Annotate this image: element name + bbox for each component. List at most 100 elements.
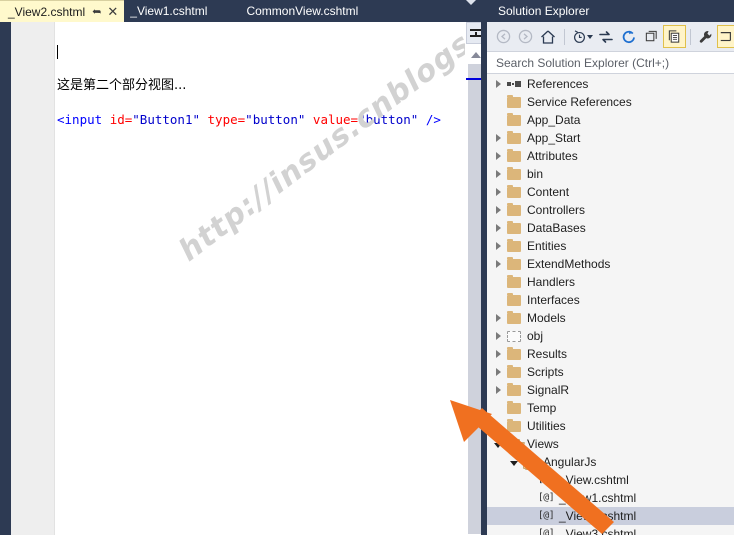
tree-item--view2-cshtml[interactable]: [@] _View2.cshtml: [487, 507, 734, 525]
show-all-files-icon[interactable]: [662, 25, 686, 48]
tree-item-references[interactable]: References: [487, 75, 734, 93]
back-arrow-icon[interactable]: [492, 25, 515, 48]
tree-item-extendmethods[interactable]: ExtendMethods: [487, 255, 734, 273]
tree-item-databases[interactable]: DataBases: [487, 219, 734, 237]
chevron-right-icon[interactable]: [491, 170, 505, 178]
folder-icon: [505, 202, 523, 216]
search-input[interactable]: [496, 55, 721, 70]
tree-item-angularjs[interactable]: AngularJs: [487, 453, 734, 471]
editor-text-surface[interactable]: 这是第二个部分视图... <input id="Button1" type="b…: [55, 22, 465, 535]
tree-item--view-cshtml[interactable]: [@] _View.cshtml: [487, 471, 734, 489]
chevron-right-icon[interactable]: [491, 242, 505, 250]
tree-item-label: _View.cshtml: [559, 473, 629, 487]
chevron-right-icon[interactable]: [491, 260, 505, 268]
tree-item-entities[interactable]: Entities: [487, 237, 734, 255]
tree-item-controllers[interactable]: Controllers: [487, 201, 734, 219]
page-title: Solution Explorer: [498, 4, 590, 18]
chevron-right-icon[interactable]: [491, 188, 505, 196]
chevron-right-icon[interactable]: [491, 350, 505, 358]
tree-item-utilities[interactable]: Utilities: [487, 417, 734, 435]
chevron-right-icon[interactable]: [491, 368, 505, 376]
code-token: "Button1": [132, 112, 200, 127]
chevron-right-icon[interactable]: [491, 386, 505, 394]
chevron-right-icon[interactable]: [491, 80, 505, 88]
code-token: type=: [207, 112, 246, 127]
tab-_View1-cshtml[interactable]: _View1.cshtml: [124, 0, 220, 22]
preview-pane-icon[interactable]: [717, 25, 734, 48]
tree-item-results[interactable]: Results: [487, 345, 734, 363]
code-token: value=: [312, 112, 359, 127]
tree-item-scripts[interactable]: Scripts: [487, 363, 734, 381]
solution-tree[interactable]: References Service References App_Data App_…: [487, 75, 734, 535]
code-text[interactable]: 这是第二个部分视图... <input id="Button1" type="b…: [57, 26, 441, 162]
chevron-right-icon[interactable]: [491, 422, 505, 430]
tree-item-interfaces[interactable]: Interfaces: [487, 291, 734, 309]
folder-icon: [505, 364, 523, 378]
tree-item--view3-cshtml[interactable]: [@] _View3.cshtml: [487, 525, 734, 535]
tree-item-label: Models: [527, 311, 566, 325]
tree-item-label: DataBases: [527, 221, 586, 235]
folder-icon: [505, 166, 523, 180]
separator: [689, 28, 691, 45]
code-line-1: 这是第二个部分视图...: [57, 78, 187, 93]
chevron-right-icon[interactable]: [491, 332, 505, 340]
solution-explorer-pane: Solution Explorer Search Solution Explor…: [487, 0, 734, 535]
tree-item-label: ExtendMethods: [527, 257, 611, 271]
tree-item-bin[interactable]: bin: [487, 165, 734, 183]
home-icon[interactable]: [537, 25, 560, 48]
folder-icon: [505, 130, 523, 144]
folder-icon: [505, 346, 523, 360]
tree-item-app-data[interactable]: App_Data: [487, 111, 734, 129]
tree-item-label: bin: [527, 167, 544, 181]
chevron-right-icon[interactable]: [491, 134, 505, 142]
chevron-down-icon[interactable]: [507, 459, 521, 466]
editor-indicator-margin[interactable]: [11, 22, 55, 535]
tree-item--view1-cshtml[interactable]: [@] _View1.cshtml: [487, 489, 734, 507]
refresh-circle-icon[interactable]: [618, 25, 641, 48]
tree-item-content[interactable]: Content: [487, 183, 734, 201]
tree-item-signalr[interactable]: SignalR: [487, 381, 734, 399]
tree-item-service-references[interactable]: Service References: [487, 93, 734, 111]
editor-left-edge-strip: [0, 22, 11, 535]
chevron-right-icon[interactable]: [491, 206, 505, 214]
tree-item-obj[interactable]: obj: [487, 327, 734, 345]
tree-item-temp[interactable]: Temp: [487, 399, 734, 417]
separator: [563, 28, 565, 45]
code-token: id=: [109, 112, 133, 127]
chevron-down-overflow-icon[interactable]: [461, 0, 481, 22]
chevron-right-icon[interactable]: [491, 152, 505, 160]
chevron-down-icon[interactable]: [491, 441, 505, 448]
tree-item-models[interactable]: Models: [487, 309, 734, 327]
wrench-icon[interactable]: [694, 25, 717, 48]
tree-item-views[interactable]: Views: [487, 435, 734, 453]
sync-arrows-icon[interactable]: [595, 25, 618, 48]
folder-icon: [505, 238, 523, 252]
chevron-right-icon[interactable]: [491, 224, 505, 232]
tree-item-handlers[interactable]: Handlers: [487, 273, 734, 291]
tab-CommonView-cshtml[interactable]: CommonView.cshtml: [220, 0, 371, 22]
code-editor-pane: _View2.cshtml ➦ ✕ _View1.cshtml CommonVi…: [0, 0, 487, 535]
collapse-all-icon[interactable]: [640, 25, 663, 48]
pin-icon[interactable]: ➦: [92, 5, 101, 18]
tree-item-label: _View3.cshtml: [559, 527, 637, 535]
tree-item-label: AngularJs: [543, 455, 597, 469]
visual-studio-window: _View2.cshtml ➦ ✕ _View1.cshtml CommonVi…: [0, 0, 734, 535]
tree-item-label: Utilities: [527, 419, 566, 433]
search-bar[interactable]: [487, 51, 734, 74]
folder-icon: [505, 112, 523, 126]
tab-label: _View2.cshtml: [8, 4, 86, 19]
chevron-right-icon[interactable]: [491, 314, 505, 322]
tree-item-app-start[interactable]: App_Start: [487, 129, 734, 147]
clock-filter-icon[interactable]: [569, 25, 592, 48]
folder-icon: [505, 418, 523, 432]
close-icon[interactable]: ✕: [107, 5, 118, 18]
code-token: "button": [245, 112, 306, 127]
tree-item-attributes[interactable]: Attributes: [487, 147, 734, 165]
tree-item-label: Service References: [527, 95, 632, 109]
tab-_View2-cshtml[interactable]: _View2.cshtml ➦ ✕: [0, 0, 125, 22]
tree-item-label: _View1.cshtml: [559, 491, 637, 505]
tree-item-label: Entities: [527, 239, 567, 253]
tree-item-label: App_Start: [527, 131, 581, 145]
forward-arrow-icon[interactable]: [515, 25, 538, 48]
